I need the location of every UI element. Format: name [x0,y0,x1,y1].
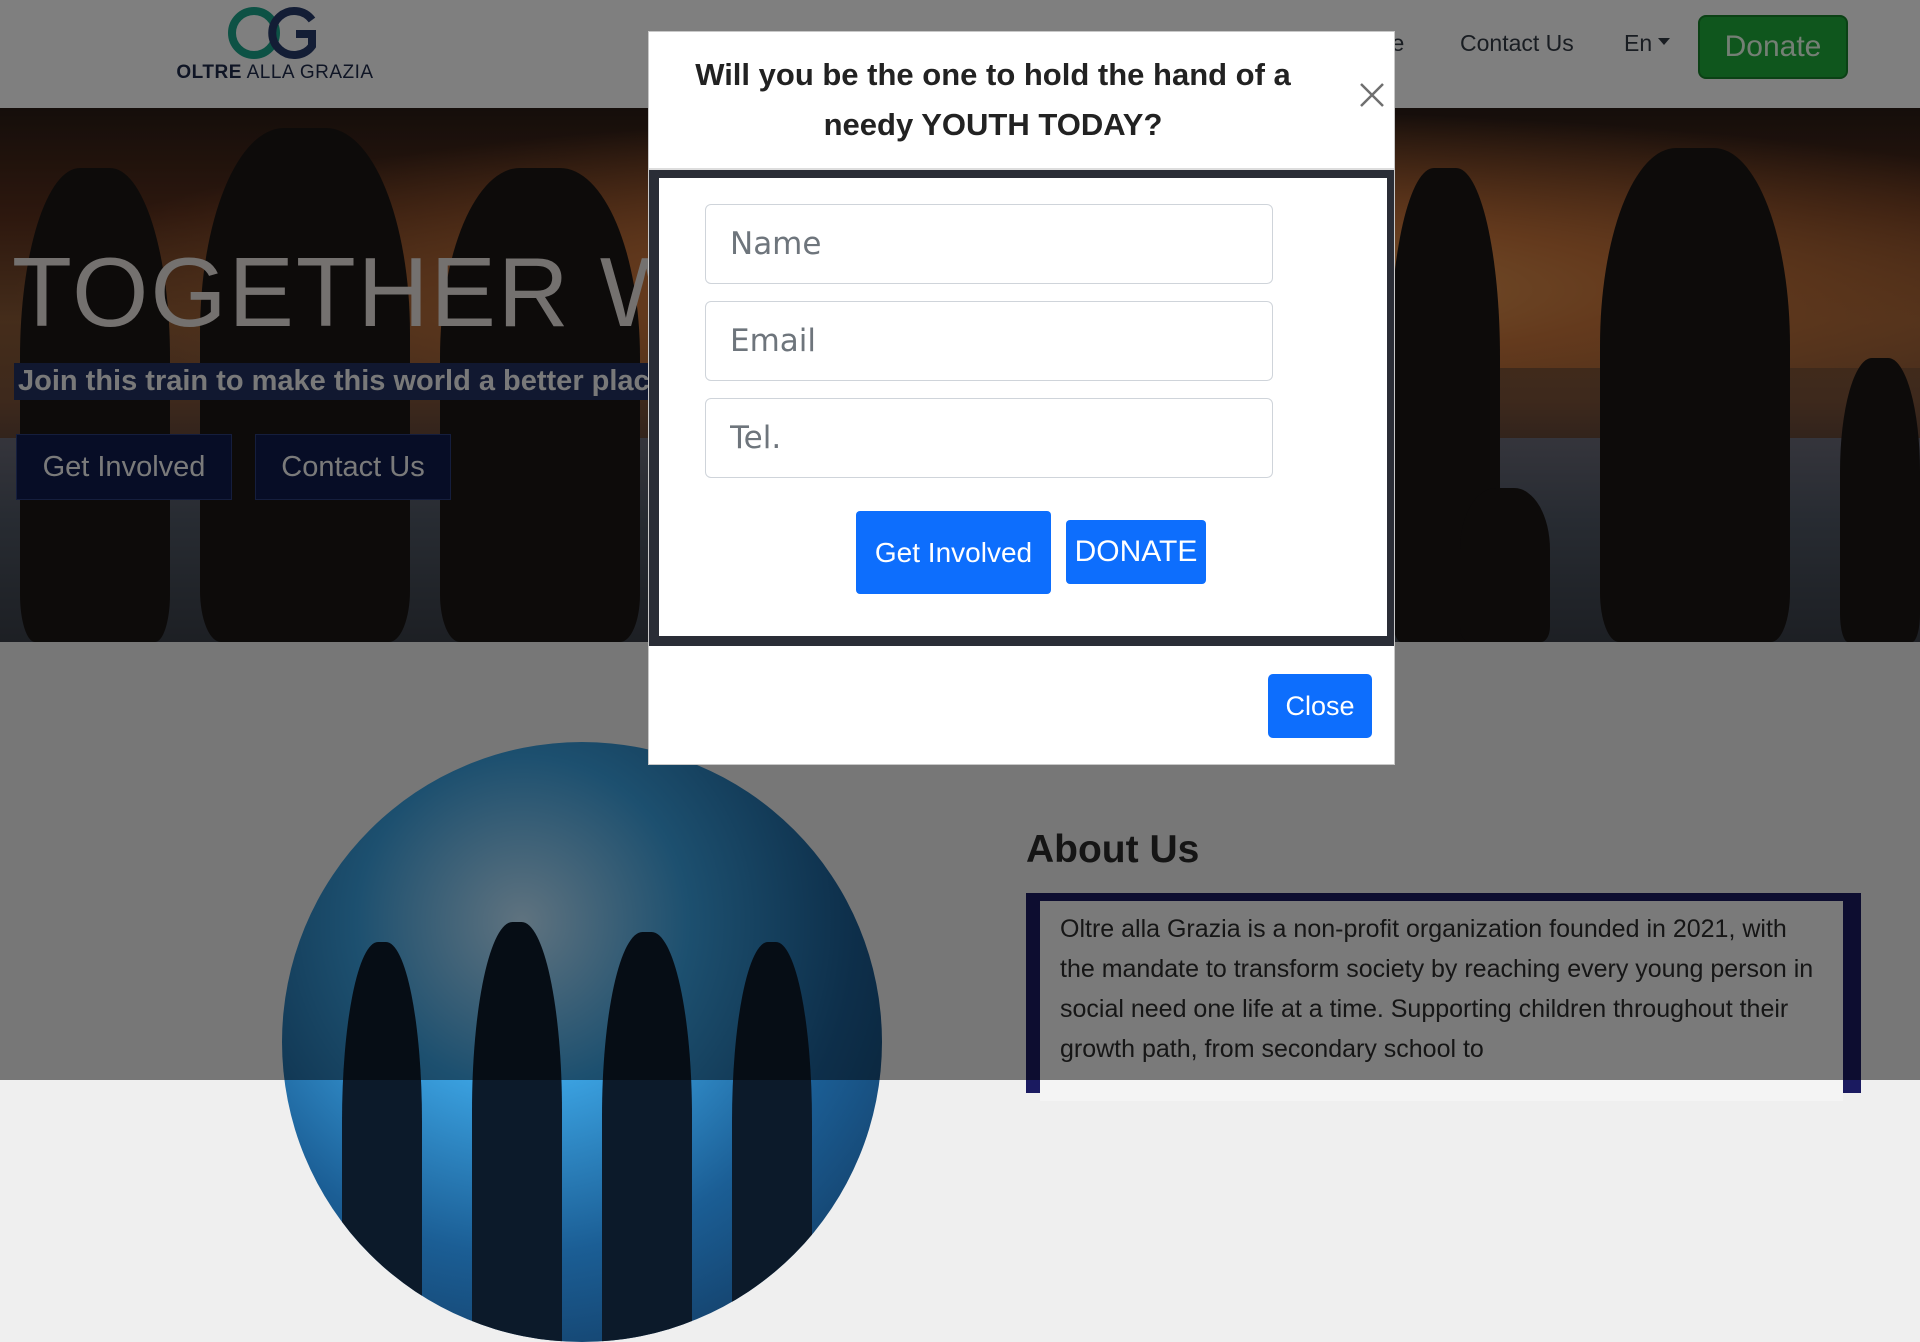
signup-modal: Will you be the one to hold the hand of … [648,31,1395,765]
email-input[interactable] [705,301,1273,381]
tel-input[interactable] [705,398,1273,478]
close-icon[interactable] [1355,78,1389,112]
modal-body: Get Involved DONATE [649,170,1394,676]
close-button[interactable]: Close [1268,674,1372,738]
modal-header: Will you be the one to hold the hand of … [649,32,1394,170]
get-involved-button[interactable]: Get Involved [856,511,1051,594]
name-input[interactable] [705,204,1273,284]
modal-footer: Close [649,646,1394,764]
donate-button[interactable]: DONATE [1066,520,1206,584]
modal-title: Will you be the one to hold the hand of … [695,57,1291,142]
modal-form: Get Involved DONATE [659,178,1387,636]
